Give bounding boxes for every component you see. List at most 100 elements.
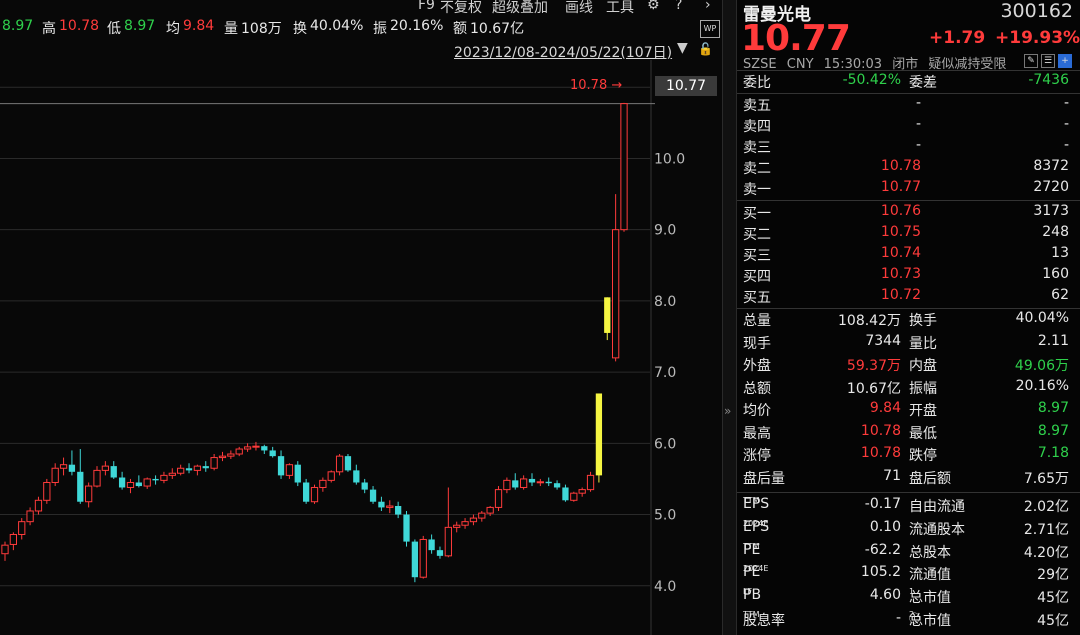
candle-body — [93, 469, 101, 487]
stat-value: 10.78 — [860, 445, 901, 461]
candle-body — [512, 480, 519, 488]
bid-price: 10.74 — [880, 245, 921, 261]
fund-value: 4.60 — [869, 587, 901, 604]
candle-body — [177, 467, 185, 474]
y-tick-label: 9.0 — [654, 223, 676, 239]
candle-body — [193, 465, 202, 471]
divider — [737, 308, 1080, 309]
candle-body — [403, 514, 410, 542]
candle-body — [302, 482, 310, 502]
fund-value: 29亿 — [1037, 567, 1069, 584]
candle-body — [611, 229, 620, 359]
candle-body — [319, 479, 327, 488]
ask-price: 10.77 — [880, 179, 921, 195]
stat-value: 10.78 — [860, 422, 901, 439]
bid-price: 10.75 — [880, 224, 921, 240]
edit-icon[interactable]: ✎ — [1024, 54, 1038, 68]
bid-row: 买五 10.72 62 — [737, 287, 1080, 308]
fundamental-row: PB LF 4.60 总市值 1 45亿 — [743, 587, 1069, 607]
candle-body — [586, 474, 595, 491]
weicha-label: 委差 — [909, 75, 937, 91]
fund-value: -62.2 — [864, 541, 901, 558]
candle-body — [620, 103, 628, 231]
candle-body — [227, 453, 235, 457]
candle-body — [369, 489, 377, 502]
stat-value: 20.16% — [1015, 377, 1069, 394]
fundamental-row: 股息率 TTM - 总市值 2 ⓘ 45亿 — [743, 610, 1069, 629]
stat-value: 40.04% — [1015, 310, 1069, 326]
stat-value: 59.37万 — [846, 358, 901, 374]
weicha-value: -7436 — [1028, 72, 1069, 88]
bid-volume: 13 — [1051, 245, 1069, 261]
fund-value: 45亿 — [1037, 590, 1069, 607]
stat-label: 跌停 — [909, 448, 937, 464]
fund-value: 105.2 — [860, 564, 901, 581]
bid-volume: 248 — [1042, 224, 1069, 240]
candle-body — [126, 481, 135, 488]
candle-body — [486, 506, 494, 514]
stat-value: 2.11 — [1037, 332, 1069, 349]
candle-body — [578, 489, 586, 494]
y-tick-label: 4.0 — [654, 579, 676, 595]
candle-body — [18, 521, 26, 535]
candle-body — [335, 455, 344, 473]
candle-body — [428, 539, 435, 551]
fund-value: -0.17 — [864, 496, 901, 512]
ask-label: 卖三 — [743, 140, 771, 156]
candle-body — [135, 482, 142, 487]
candle-body — [26, 510, 34, 523]
bid-label: 买三 — [743, 248, 771, 264]
info-icon: ⓘ — [909, 612, 920, 625]
candle-body — [378, 501, 385, 508]
stat-label: 总额 — [743, 380, 771, 397]
ask-volume: 2720 — [1033, 179, 1069, 195]
candle-body — [461, 521, 469, 526]
y-tick-label: 6.0 — [654, 436, 676, 452]
price-change: +1.79 — [929, 28, 986, 48]
candle-body — [553, 483, 561, 488]
kline-chart-area[interactable]: 8.97 高 10.78 低 8.97 均 9.84 量 108万 换 40.0… — [0, 0, 722, 635]
bid-label: 买二 — [743, 227, 771, 243]
stat-label: 现手 — [743, 335, 771, 352]
divider — [737, 492, 1080, 493]
ask-volume: - — [1063, 137, 1069, 153]
divider — [737, 70, 1080, 71]
panel-collapse-toggle[interactable]: » — [722, 0, 737, 635]
ask-label: 卖五 — [743, 98, 771, 114]
stat-row: 涨停 10.78 跌停 7.18 — [737, 445, 1080, 466]
fund-value: 2.71亿 — [1023, 521, 1069, 538]
bid-row: 买一 10.76 3173 — [737, 203, 1080, 224]
stat-label: 开盘 — [909, 403, 937, 419]
stat-row: 现手 7344 量比 2.11 — [737, 333, 1080, 354]
candle-body — [536, 481, 544, 484]
candle-body — [528, 478, 536, 483]
candle-body — [68, 464, 76, 472]
stat-value: 49.06万 — [1014, 358, 1069, 374]
bid-volume: 3173 — [1033, 203, 1069, 219]
stat-value: 10.67亿 — [846, 380, 901, 397]
candle-body — [285, 464, 294, 476]
candle-body — [444, 526, 452, 557]
ask-label: 卖四 — [743, 119, 771, 135]
stat-row: 总量 108.42万 换手 40.04% — [737, 310, 1080, 331]
candle-body — [110, 466, 117, 478]
candle-body — [503, 479, 511, 491]
bid-row: 买三 10.74 13 — [737, 245, 1080, 266]
stat-value: 9.84 — [869, 400, 901, 416]
stat-row: 总额 10.67亿 振幅 20.16% — [737, 378, 1080, 399]
plus-icon[interactable]: + — [1058, 54, 1072, 68]
candle-body — [101, 465, 110, 471]
candle-body — [310, 486, 319, 503]
candle-body — [77, 471, 84, 502]
candle-body — [570, 492, 578, 501]
stat-label: 总量 — [743, 313, 771, 329]
list-icon[interactable]: ☰ — [1041, 54, 1055, 68]
stat-row: 盘后量 71 盘后额 7.65万 — [737, 468, 1080, 489]
candle-body — [185, 468, 193, 471]
y-tick-label: 10.0 — [654, 151, 685, 167]
bid-label: 买四 — [743, 269, 771, 285]
y-tick-label: 5.0 — [654, 508, 676, 524]
ask-row: 卖五 - - — [737, 95, 1080, 116]
stat-row: 均价 9.84 开盘 8.97 — [737, 400, 1080, 421]
candle-body — [118, 477, 126, 488]
